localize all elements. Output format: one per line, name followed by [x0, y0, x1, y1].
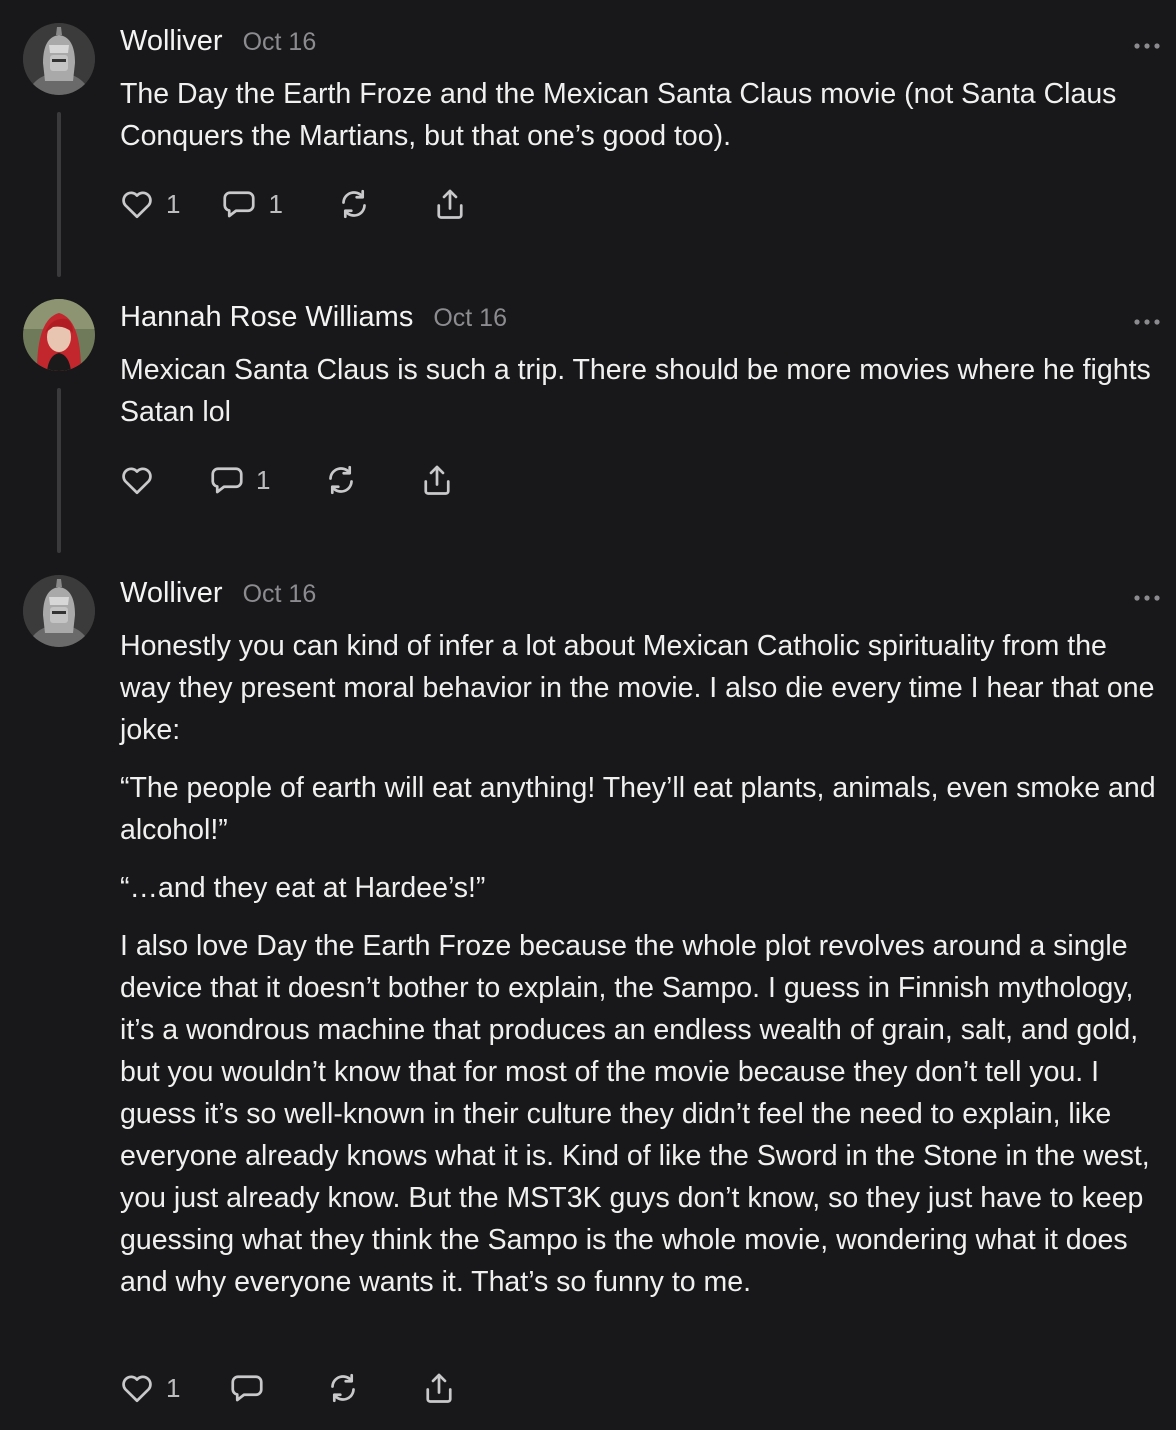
share-button[interactable] [431, 186, 469, 222]
more-dots-icon [1134, 595, 1160, 601]
reply-button[interactable]: 1 [220, 186, 283, 222]
knight-helmet-avatar-icon [23, 575, 95, 647]
comment-body: Honestly you can kind of infer a lot abo… [120, 625, 1165, 1303]
comment-actions: 1 [118, 460, 456, 500]
comment-paragraph: “The people of earth will eat anything! … [120, 772, 1156, 846]
comment-header: Wolliver Oct 16 [120, 25, 316, 65]
comment-body: The Day the Earth Froze and the Mexican … [120, 73, 1165, 157]
heart-icon [122, 467, 152, 495]
restack-icon [329, 465, 354, 495]
restack-icon [342, 189, 366, 219]
like-button[interactable]: 1 [118, 1370, 180, 1406]
comment-date[interactable]: Oct 16 [433, 304, 507, 333]
red-hair-portrait-avatar-icon [23, 299, 95, 371]
share-icon [437, 189, 463, 219]
more-options-button[interactable] [1132, 590, 1162, 601]
comment-paragraph: Honestly you can kind of infer a lot abo… [120, 630, 1155, 746]
reply-button[interactable]: 1 [208, 462, 270, 498]
reply-button[interactable] [228, 1370, 266, 1406]
avatar[interactable] [23, 299, 95, 371]
comment-date[interactable]: Oct 16 [243, 28, 317, 57]
reply-count: 1 [256, 464, 271, 495]
thread-line [57, 388, 61, 553]
speech-bubble-icon [231, 1375, 264, 1402]
comment-paragraph: The Day the Earth Froze and the Mexican … [120, 78, 1117, 152]
avatar[interactable] [23, 23, 95, 95]
like-count: 1 [166, 188, 181, 219]
like-count: 1 [166, 1372, 181, 1403]
restack-button[interactable] [324, 1370, 362, 1406]
knight-helmet-avatar-icon [23, 23, 95, 95]
more-options-button[interactable] [1132, 314, 1162, 325]
thread-line [57, 112, 61, 277]
share-button[interactable] [418, 462, 456, 498]
restack-icon [331, 1373, 356, 1403]
comment-body: Mexican Santa Claus is such a trip. Ther… [120, 349, 1165, 433]
author-name[interactable]: Wolliver [120, 25, 223, 58]
avatar[interactable] [23, 575, 95, 647]
comment-header: Wolliver Oct 16 [120, 577, 316, 617]
restack-button[interactable] [322, 462, 360, 498]
comment-paragraph: “…and they eat at Hardee’s!” [120, 872, 486, 904]
comment-actions: 1 1 [118, 184, 469, 224]
like-button[interactable]: 1 [118, 186, 180, 222]
share-icon [424, 465, 451, 495]
author-name[interactable]: Wolliver [120, 577, 223, 610]
speech-bubble-icon [211, 467, 243, 494]
comment-actions: 1 [118, 1368, 458, 1408]
like-button[interactable] [118, 462, 156, 498]
comment-header: Hannah Rose Williams Oct 16 [120, 301, 507, 341]
comment-paragraph: I also love Day the Earth Froze because … [120, 930, 1150, 1298]
share-icon [426, 1373, 453, 1403]
speech-bubble-icon [223, 191, 256, 218]
restack-button[interactable] [335, 186, 373, 222]
comment-date[interactable]: Oct 16 [243, 580, 317, 609]
author-name[interactable]: Hannah Rose Williams [120, 301, 413, 334]
more-options-button[interactable] [1132, 38, 1162, 49]
share-button[interactable] [420, 1370, 458, 1406]
comment-paragraph: Mexican Santa Claus is such a trip. Ther… [120, 354, 1151, 428]
more-dots-icon [1134, 319, 1160, 325]
heart-icon [122, 191, 152, 219]
more-dots-icon [1134, 43, 1160, 49]
reply-count: 1 [268, 188, 283, 219]
heart-icon [122, 1375, 152, 1403]
